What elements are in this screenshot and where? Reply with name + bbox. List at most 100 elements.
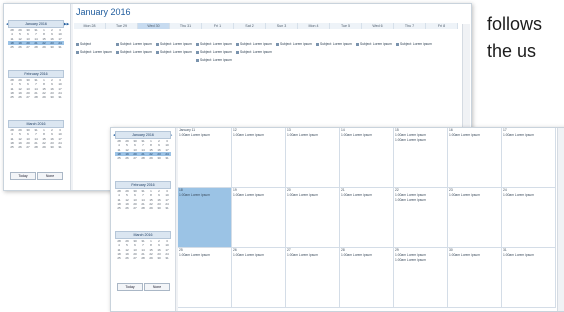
month-day-cell[interactable]: 26 1:00am Lorem ipsum: [232, 248, 286, 308]
mini-calendar-header[interactable]: January 2016: [115, 131, 171, 139]
appointment-item[interactable]: Subject: Lorem ipsum: [116, 42, 154, 46]
month-day-cell[interactable]: 13 1:00am Lorem ipsum: [286, 128, 340, 188]
mini-calendar-day[interactable]: 31: [56, 45, 64, 49]
appointment-item[interactable]: Subject: Lorem ipsum: [316, 42, 354, 46]
mini-calendar-day[interactable]: 27: [24, 145, 32, 149]
mini-calendar-day[interactable]: 30: [155, 156, 163, 160]
month-day-cell[interactable]: 20 1:00am Lorem ipsum: [286, 188, 340, 248]
month-day-cell[interactable]: 31 1:00am Lorem ipsum: [502, 248, 556, 308]
appointment-item[interactable]: Subject: Lorem ipsum: [236, 42, 274, 46]
month-day-cell[interactable]: 24 1:00am Lorem ipsum: [502, 188, 556, 248]
month-day-cell[interactable]: 21 1:00am Lorem ipsum: [340, 188, 394, 248]
mini-calendar-day[interactable]: 28: [139, 206, 147, 210]
mini-calendar-day[interactable]: 29: [147, 156, 155, 160]
month-day-cell[interactable]: 28 1:00am Lorem ipsum: [340, 248, 394, 308]
appointment-item[interactable]: 1:00am Lorem ipsum: [502, 253, 555, 258]
month-day-cell[interactable]: 22 1:00am Lorem ipsum 1:00am Lorem ipsum: [394, 188, 448, 248]
today-button[interactable]: Today: [10, 172, 36, 180]
weekday-column-header[interactable]: Thu 7: [394, 23, 426, 29]
appointment-item[interactable]: 1:00am Lorem ipsum: [340, 133, 393, 138]
appointment-item[interactable]: 1:00am Lorem ipsum: [178, 133, 231, 138]
appointment-item[interactable]: 1:00am Lorem ipsum: [502, 193, 555, 198]
appointment-item[interactable]: 1:00am Lorem ipsum: [178, 253, 231, 258]
weekday-column-header[interactable]: Tue 29: [106, 23, 138, 29]
appointment-item[interactable]: Subject: Lorem ipsum: [196, 58, 234, 62]
appointment-item[interactable]: 1:00am Lorem ipsum: [232, 253, 285, 258]
appointment-item[interactable]: Subject: [76, 42, 114, 46]
appointment-item[interactable]: Subject: Lorem ipsum: [236, 50, 274, 54]
appointment-item[interactable]: Subject: Lorem ipsum: [116, 50, 154, 54]
appointment-item[interactable]: 1:00am Lorem ipsum: [232, 193, 285, 198]
mini-calendar-header[interactable]: February 2016: [8, 70, 64, 78]
appointment-item[interactable]: 1:00am Lorem ipsum: [502, 133, 555, 138]
mini-calendar-day[interactable]: 30: [155, 256, 163, 260]
month-day-cell[interactable]: 19 1:00am Lorem ipsum: [232, 188, 286, 248]
mini-calendar-day[interactable]: 31: [163, 156, 171, 160]
mini-calendar-day[interactable]: 31: [163, 206, 171, 210]
appointment-item[interactable]: 1:00am Lorem ipsum: [286, 253, 339, 258]
mini-calendar-day[interactable]: 31: [56, 145, 64, 149]
mini-calendar-day[interactable]: 25: [8, 45, 16, 49]
month-day-cell[interactable]: 29 1:00am Lorem ipsum 1:00am Lorem ipsum: [394, 248, 448, 308]
none-button[interactable]: None: [37, 172, 63, 180]
appointment-item[interactable]: Subject: Lorem ipsum: [196, 50, 234, 54]
mini-calendar-day[interactable]: 27: [131, 206, 139, 210]
appointment-item[interactable]: Subject: Lorem ipsum: [196, 42, 234, 46]
month-day-cell[interactable]: 17 1:00am Lorem ipsum: [502, 128, 556, 188]
weekday-column-header[interactable]: Fri 1: [202, 23, 234, 29]
weekday-column-header[interactable]: Mon 4: [298, 23, 330, 29]
mini-calendar-day[interactable]: 28: [32, 95, 40, 99]
appointment-item[interactable]: Subject: Lorem ipsum: [76, 50, 114, 54]
weekday-column-header[interactable]: Fri 8: [426, 23, 458, 29]
mini-calendar-day[interactable]: 31: [163, 256, 171, 260]
appointment-item[interactable]: 1:00am Lorem ipsum: [394, 198, 447, 203]
appointment-item[interactable]: 1:00am Lorem ipsum: [340, 253, 393, 258]
none-button[interactable]: None: [144, 283, 170, 291]
mini-calendar-day[interactable]: 26: [16, 145, 24, 149]
appointment-item[interactable]: Subject: Lorem ipsum: [356, 42, 394, 46]
mini-calendar-day[interactable]: 29: [40, 45, 48, 49]
appointment-item[interactable]: Subject: Lorem ipsum: [276, 42, 314, 46]
appointment-item[interactable]: 1:00am Lorem ipsum: [286, 133, 339, 138]
mini-calendar-day[interactable]: 27: [131, 256, 139, 260]
appointment-item[interactable]: 1:00am Lorem ipsum: [232, 133, 285, 138]
mini-calendar-day[interactable]: 25: [115, 206, 123, 210]
mini-calendar-day[interactable]: 26: [123, 156, 131, 160]
month-day-cell[interactable]: 16 1:00am Lorem ipsum: [448, 128, 502, 188]
appointment-item[interactable]: 1:00am Lorem ipsum: [448, 193, 501, 198]
mini-calendar-day[interactable]: 28: [139, 256, 147, 260]
mini-calendar-day[interactable]: 26: [123, 256, 131, 260]
mini-calendar-day[interactable]: 27: [24, 45, 32, 49]
month-day-cell[interactable]: 12 1:00am Lorem ipsum: [232, 128, 286, 188]
appointment-item[interactable]: Subject: Lorem ipsum: [156, 50, 194, 54]
appointment-item[interactable]: 1:00am Lorem ipsum: [448, 133, 501, 138]
weekday-column-header[interactable]: Mon 28: [74, 23, 106, 29]
mini-calendar-day[interactable]: 30: [48, 145, 56, 149]
month-day-cell[interactable]: 23 1:00am Lorem ipsum: [448, 188, 502, 248]
month-day-cell[interactable]: 27 1:00am Lorem ipsum: [286, 248, 340, 308]
mini-calendar-day[interactable]: 27: [24, 95, 32, 99]
mini-calendar-day[interactable]: 28: [32, 145, 40, 149]
month-day-cell[interactable]: 25 1:00am Lorem ipsum: [178, 248, 232, 308]
mini-calendar-day[interactable]: 28: [32, 45, 40, 49]
appointment-item[interactable]: Subject: Lorem ipsum: [396, 42, 434, 46]
month-day-cell[interactable]: 18 1:00am Lorem ipsum: [178, 188, 232, 248]
mini-calendar-header[interactable]: February 2016: [115, 181, 171, 189]
mini-calendar-header[interactable]: March 2016: [8, 120, 64, 128]
mini-calendar-day[interactable]: 25: [8, 95, 16, 99]
mini-calendar-day[interactable]: 26: [16, 95, 24, 99]
appointment-item[interactable]: Subject: Lorem ipsum: [156, 42, 194, 46]
mini-calendar-header[interactable]: March 2016: [115, 231, 171, 239]
month-day-cell[interactable]: 15 1:00am Lorem ipsum 1:00am Lorem ipsum: [394, 128, 448, 188]
mini-calendar-day[interactable]: 31: [56, 95, 64, 99]
appointment-item[interactable]: 1:00am Lorem ipsum: [394, 258, 447, 263]
month-day-cell[interactable]: January 11 1:00am Lorem ipsum: [178, 128, 232, 188]
mini-calendar-day[interactable]: 29: [147, 256, 155, 260]
mini-calendar-day[interactable]: 25: [115, 256, 123, 260]
appointment-item[interactable]: 1:00am Lorem ipsum: [178, 193, 231, 198]
weekday-column-header[interactable]: Sat 2: [234, 23, 266, 29]
mini-calendar-day[interactable]: 29: [147, 206, 155, 210]
appointment-item[interactable]: 1:00am Lorem ipsum: [394, 138, 447, 143]
mini-calendar-day[interactable]: 29: [40, 95, 48, 99]
mini-calendar-day[interactable]: 25: [8, 145, 16, 149]
